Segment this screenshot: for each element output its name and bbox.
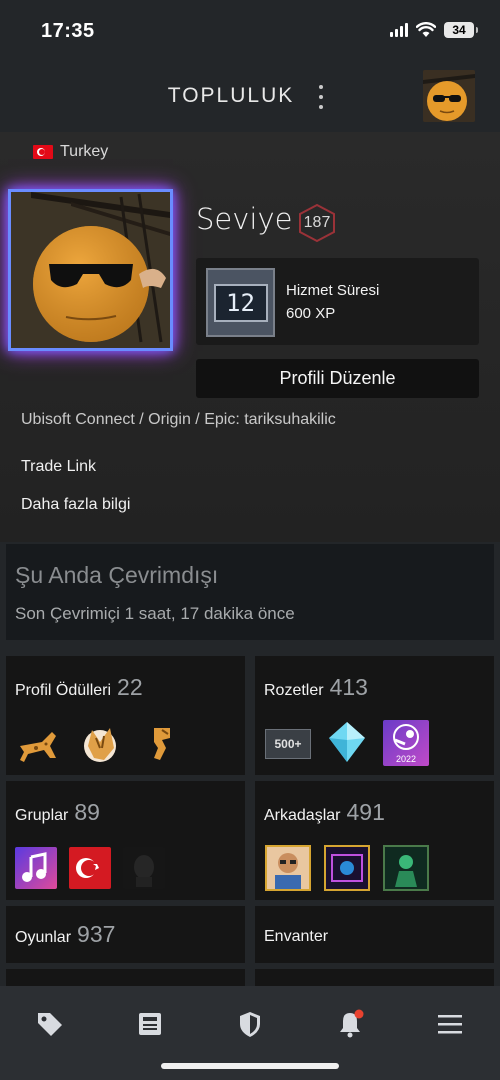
edit-profile-button[interactable]: Profili Düzenle bbox=[196, 359, 479, 398]
partial-card-right bbox=[255, 969, 494, 986]
profile-awards-label: Profil Ödülleri bbox=[15, 682, 112, 699]
friends-card[interactable]: Arkadaşlar 491 bbox=[255, 781, 494, 900]
level-label: Seviye bbox=[196, 202, 293, 236]
profile-section: Turkey Seviye 187 12 Hizmet Süresi 600 X… bbox=[0, 132, 500, 542]
partial-card-left bbox=[6, 969, 245, 986]
profile-avatar[interactable] bbox=[8, 189, 173, 351]
horse-award-icon bbox=[154, 728, 170, 760]
more-options-icon[interactable] bbox=[316, 85, 326, 109]
groups-label: Gruplar bbox=[15, 807, 69, 824]
wifi-icon bbox=[416, 22, 436, 37]
news-icon[interactable] bbox=[135, 1009, 165, 1039]
menu-icon[interactable] bbox=[435, 1009, 465, 1039]
steam-2022-badge-icon: 2022 bbox=[383, 720, 429, 766]
battery-icon: 34 bbox=[444, 22, 478, 38]
years-of-service-badge-icon: 12 bbox=[206, 268, 275, 337]
level-value: 187 bbox=[303, 214, 331, 231]
tiger-award-icon bbox=[84, 728, 116, 762]
inventory-label: Envanter bbox=[264, 928, 329, 945]
profile-awards-title: Profil Ödülleri 22 bbox=[15, 674, 143, 701]
online-status-panel: Şu Anda Çevrimdışı Son Çevrimiçi 1 saat,… bbox=[6, 544, 494, 640]
music-group-icon bbox=[15, 847, 57, 889]
turkey-group-icon bbox=[69, 847, 111, 889]
friends-title: Arkadaşlar 491 bbox=[264, 799, 385, 826]
badges-count: 413 bbox=[329, 674, 368, 700]
page-title: TOPLULUK bbox=[167, 84, 295, 107]
profile-awards-card[interactable]: Profil Ödülleri 22 bbox=[6, 656, 245, 775]
home-indicator[interactable] bbox=[161, 1063, 339, 1069]
online-status-title: Şu Anda Çevrimdışı bbox=[15, 562, 219, 588]
dark-group-icon bbox=[123, 847, 165, 889]
inventory-card[interactable]: Envanter bbox=[255, 906, 494, 963]
friends-label: Arkadaşlar bbox=[264, 807, 341, 824]
clock: 17:35 bbox=[41, 20, 95, 42]
profile-awards-count: 22 bbox=[117, 674, 143, 700]
service-badge-card[interactable]: 12 Hizmet Süresi 600 XP bbox=[196, 258, 479, 345]
service-xp: 600 XP bbox=[286, 305, 336, 322]
signal-icon bbox=[390, 23, 408, 37]
service-badge-number: 12 bbox=[213, 283, 268, 322]
profile-summary: Ubisoft Connect / Origin / Epic: tariksu… bbox=[21, 411, 336, 428]
turkey-flag-icon bbox=[33, 145, 53, 159]
tag-icon[interactable] bbox=[35, 1009, 65, 1039]
friend-avatar-2[interactable] bbox=[324, 845, 370, 891]
status-icons: 34 bbox=[390, 22, 478, 38]
app-header: TOPLULUK bbox=[0, 62, 500, 132]
country: Turkey bbox=[33, 143, 108, 161]
last-online-text: Son Çevrimiçi 1 saat, 17 dakika önce bbox=[15, 604, 295, 623]
badges-title: Rozetler 413 bbox=[264, 674, 368, 701]
groups-count: 89 bbox=[74, 799, 100, 825]
500-games-badge-icon: 500+ bbox=[265, 729, 311, 759]
bell-icon[interactable] bbox=[335, 1009, 365, 1039]
games-count: 937 bbox=[77, 921, 116, 947]
header-avatar[interactable] bbox=[423, 70, 475, 122]
country-label: Turkey bbox=[60, 143, 109, 160]
shield-icon[interactable] bbox=[235, 1009, 265, 1039]
games-label: Oyunlar bbox=[15, 929, 72, 946]
more-info-link[interactable]: Daha fazla bilgi bbox=[21, 496, 130, 514]
status-bar: 17:35 34 bbox=[0, 0, 500, 62]
crystal-badge-icon bbox=[329, 722, 365, 762]
groups-card[interactable]: Gruplar 89 bbox=[6, 781, 245, 900]
friends-count: 491 bbox=[346, 799, 385, 825]
trade-link[interactable]: Trade Link bbox=[21, 458, 96, 476]
badges-label: Rozetler bbox=[264, 682, 324, 699]
games-card[interactable]: Oyunlar 937 bbox=[6, 906, 245, 963]
badge-year-label: 2022 bbox=[395, 754, 417, 764]
badges-card[interactable]: Rozetler 413 500+ 2022 bbox=[255, 656, 494, 775]
friend-avatar-1[interactable] bbox=[265, 845, 311, 891]
friend-avatar-3[interactable] bbox=[383, 845, 429, 891]
groups-title: Gruplar 89 bbox=[15, 799, 100, 826]
games-title: Oyunlar 937 bbox=[15, 921, 115, 948]
notification-dot bbox=[354, 1009, 364, 1019]
giraffe-award-icon bbox=[20, 732, 56, 762]
service-title: Hizmet Süresi bbox=[286, 282, 380, 299]
